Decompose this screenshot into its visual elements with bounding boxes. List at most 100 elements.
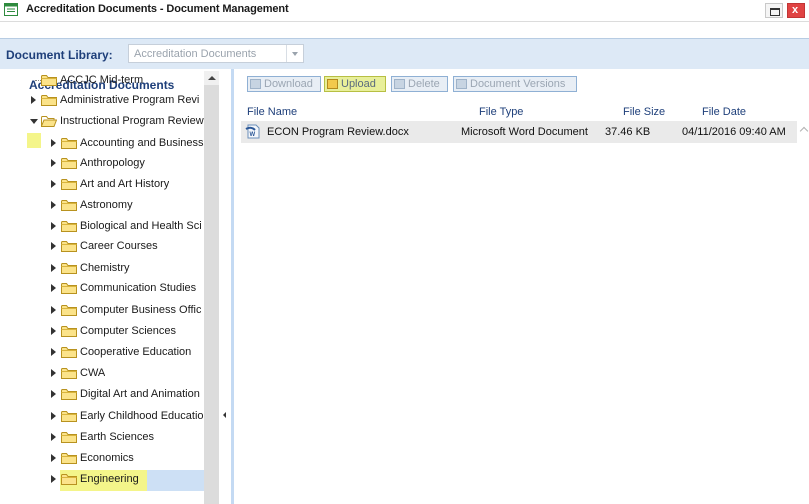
- tree-item[interactable]: Computer Sciences: [51, 322, 204, 342]
- tree-item-label: Biological and Health Sci: [80, 220, 202, 232]
- collapsed-arrow-icon[interactable]: [31, 96, 36, 104]
- file-size-cell: 37.46 KB: [605, 126, 651, 138]
- tree-item[interactable]: Astronomy: [51, 196, 204, 216]
- collapsed-arrow-icon[interactable]: [51, 433, 56, 441]
- tree-item-label: Administrative Program Revi: [60, 94, 200, 106]
- folder-icon: [61, 346, 77, 358]
- collapsed-arrow-icon[interactable]: [51, 159, 56, 167]
- chevron-down-icon[interactable]: [286, 45, 303, 62]
- window-title: Accreditation Documents - Document Manag…: [26, 3, 289, 15]
- tree-item-label: Computer Business Offic: [80, 304, 202, 316]
- svg-text:W: W: [250, 132, 256, 138]
- tree-item[interactable]: Instructional Program Review: [30, 112, 204, 132]
- tree-item-label: Astronomy: [80, 199, 133, 211]
- document-versions-label: Document Versions: [470, 78, 566, 90]
- collapsed-arrow-icon[interactable]: [51, 348, 56, 356]
- upload-icon: [327, 79, 338, 89]
- close-button[interactable]: x: [787, 3, 805, 18]
- tree-item[interactable]: CWA: [51, 364, 204, 384]
- delete-icon: [394, 79, 405, 89]
- folder-icon: [61, 325, 77, 337]
- delete-button[interactable]: Delete: [391, 76, 448, 92]
- tree-item[interactable]: ACCJC Mid-term: [31, 71, 204, 91]
- tree-item-label: Engineering: [80, 473, 139, 485]
- collapsed-arrow-icon[interactable]: [51, 139, 56, 147]
- tree-item[interactable]: Early Childhood Educatio: [51, 407, 204, 427]
- collapsed-arrow-icon[interactable]: [51, 180, 56, 188]
- expander-highlight: [27, 133, 41, 148]
- title-bar: Accreditation Documents - Document Manag…: [0, 0, 809, 22]
- table-row[interactable]: W ECON Program Review.docx Microsoft Wor…: [241, 121, 797, 143]
- tree-item-label: Computer Sciences: [80, 325, 176, 337]
- tree-item[interactable]: Cooperative Education: [51, 343, 204, 363]
- download-button[interactable]: Download: [247, 76, 321, 92]
- tree-item-label: Anthropology: [80, 157, 145, 169]
- document-library-select[interactable]: Accreditation Documents: [128, 44, 304, 63]
- collapse-left-icon[interactable]: [223, 412, 226, 418]
- word-document-icon: W: [245, 124, 260, 139]
- folder-icon: [61, 473, 77, 485]
- file-type-cell: Microsoft Word Document: [461, 126, 588, 138]
- tree-item[interactable]: Earth Sciences: [51, 428, 204, 448]
- column-header-file-date[interactable]: File Date: [702, 106, 746, 118]
- tree-item-label: Chemistry: [80, 262, 130, 274]
- tree-item[interactable]: Engineering: [51, 470, 204, 490]
- tree-scrollbar[interactable]: [204, 71, 219, 504]
- collapsed-arrow-icon[interactable]: [51, 306, 56, 314]
- folder-icon: [61, 282, 77, 294]
- upload-button[interactable]: Upload: [324, 76, 386, 92]
- folder-icon: [61, 388, 77, 400]
- tree-item[interactable]: Biological and Health Sci: [51, 217, 204, 237]
- grid-scroll-up-icon[interactable]: [798, 121, 809, 141]
- document-library-value: Accreditation Documents: [134, 48, 257, 60]
- maximize-button[interactable]: [765, 3, 783, 18]
- file-name-cell[interactable]: ECON Program Review.docx: [267, 126, 409, 138]
- column-header-file-type[interactable]: File Type: [479, 106, 523, 118]
- tree-item[interactable]: Communication Studies: [51, 279, 204, 299]
- tree-item-label: Cooperative Education: [80, 346, 192, 358]
- collapsed-arrow-icon[interactable]: [51, 327, 56, 335]
- folder-icon: [61, 367, 77, 379]
- tree-item-label: Career Courses: [80, 240, 158, 252]
- grid-header: File Name File Type File Size File Date: [247, 102, 807, 122]
- folder-icon: [61, 240, 77, 252]
- folder-icon: [61, 157, 77, 169]
- column-header-file-size[interactable]: File Size: [623, 106, 665, 118]
- folder-icon: [61, 304, 77, 316]
- expanded-arrow-icon[interactable]: [30, 119, 38, 124]
- tree-item-label: Digital Art and Animation: [80, 388, 200, 400]
- tree-item[interactable]: Digital Art and Animation: [51, 385, 204, 405]
- folder-icon: [41, 94, 57, 106]
- tree-item[interactable]: Administrative Program Revi: [31, 91, 204, 111]
- collapsed-arrow-icon[interactable]: [51, 201, 56, 209]
- folder-icon: [61, 220, 77, 232]
- tree-item[interactable]: Career Courses: [51, 237, 204, 257]
- tree-item[interactable]: Anthropology: [51, 154, 204, 174]
- tree-item[interactable]: Art and Art History: [51, 175, 204, 195]
- tree-item-label: CWA: [80, 367, 106, 379]
- collapsed-arrow-icon[interactable]: [51, 264, 56, 272]
- collapsed-arrow-icon[interactable]: [51, 454, 56, 462]
- collapsed-arrow-icon[interactable]: [51, 390, 56, 398]
- column-header-file-name[interactable]: File Name: [247, 106, 297, 118]
- folder-icon: [41, 74, 57, 86]
- tree-item-label: Early Childhood Educatio: [80, 410, 204, 422]
- tree-item[interactable]: Economics: [51, 449, 204, 469]
- collapsed-arrow-icon[interactable]: [51, 412, 56, 420]
- tree-item-label: Economics: [80, 452, 134, 464]
- collapsed-arrow-icon[interactable]: [51, 284, 56, 292]
- scroll-up-icon[interactable]: [204, 71, 219, 85]
- collapsed-arrow-icon[interactable]: [51, 369, 56, 377]
- tree-item[interactable]: Computer Business Offic: [51, 301, 204, 321]
- collapsed-arrow-icon[interactable]: [51, 242, 56, 250]
- folder-open-icon: [41, 115, 58, 127]
- collapsed-arrow-icon[interactable]: [51, 475, 56, 483]
- pane-splitter[interactable]: [219, 69, 231, 504]
- collapsed-arrow-icon[interactable]: [51, 222, 56, 230]
- folder-icon: [61, 452, 77, 464]
- tree-item[interactable]: Accounting and Business: [51, 134, 204, 154]
- folder-icon: [61, 199, 77, 211]
- document-versions-button[interactable]: Document Versions: [453, 76, 577, 92]
- folder-icon: [61, 410, 77, 422]
- tree-item[interactable]: Chemistry: [51, 259, 204, 279]
